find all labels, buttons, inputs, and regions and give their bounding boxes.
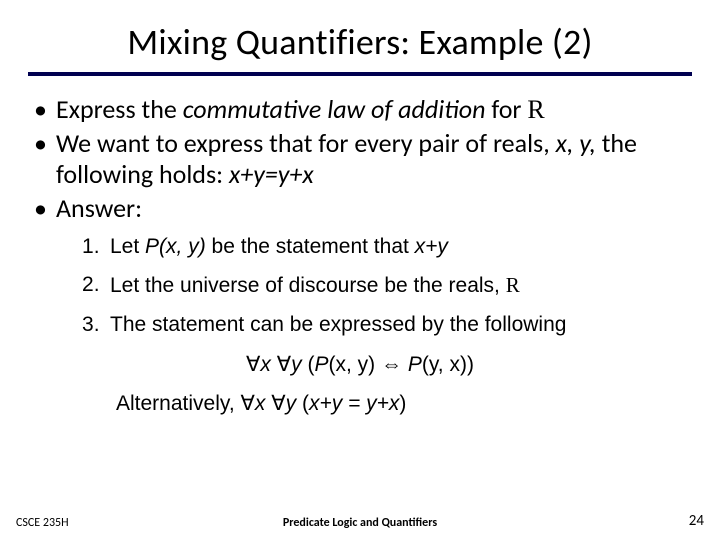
alt-open: ( xyxy=(302,392,309,415)
bullet-2-eq: x+y=y+x xyxy=(229,158,314,190)
step-2-reals: R xyxy=(506,273,520,297)
step-1: Let P(x, y) be the statement that x+y xyxy=(82,231,692,264)
bullet-1-reals: R xyxy=(527,95,544,124)
alt-forall-1: ∀ xyxy=(241,392,255,415)
alt-eq: x+y = y+x xyxy=(309,392,399,415)
bullet-3: Answer: xyxy=(28,193,692,225)
step-1-args: (x, y) xyxy=(159,235,206,258)
formula-p2: P xyxy=(408,353,422,376)
main-bullets: Express the commutative law of addition … xyxy=(28,94,692,225)
bullet-1-post: for xyxy=(485,93,527,125)
slide-title: Mixing Quantifiers: Example (2) xyxy=(28,20,692,76)
bullet-2-pre: We want to express that for every pair o… xyxy=(56,127,556,159)
step-2: Let the universe of discourse be the rea… xyxy=(82,269,692,303)
formula-args2: (y, x xyxy=(422,353,460,376)
bullet-1-pre: Express the xyxy=(56,93,183,125)
formula-x: x xyxy=(260,353,276,376)
bullet-1: Express the commutative law of addition … xyxy=(28,94,692,126)
forall-1: ∀ xyxy=(246,353,260,376)
step-2-pre: Let the universe of discourse be the rea… xyxy=(110,274,506,297)
step-1-expr: x+y xyxy=(415,235,448,258)
answer-steps: Let P(x, y) be the statement that x+y Le… xyxy=(82,231,692,342)
alt-forall-2: ∀ xyxy=(271,392,285,415)
alt-close: ) xyxy=(399,392,406,415)
bullet-3-text: Answer: xyxy=(56,192,142,224)
formula-close: )) xyxy=(460,353,474,376)
bullet-2-xy: x, y, xyxy=(556,127,596,159)
step-3-text: The statement can be expressed by the fo… xyxy=(110,313,566,336)
alt-y: y xyxy=(286,392,302,415)
step-3: The statement can be expressed by the fo… xyxy=(82,309,692,342)
formula-iff: ⇔ xyxy=(375,353,408,376)
slide: Mixing Quantifiers: Example (2) Express … xyxy=(0,0,720,540)
step-1-p: P xyxy=(145,235,159,258)
alt-word: Alternatively, xyxy=(116,392,241,415)
alt-formula: Alternatively, ∀x ∀y (x+y = y+x) xyxy=(116,391,692,416)
forall-2: ∀ xyxy=(277,353,291,376)
bullet-1-emph: commutative law of addition xyxy=(183,93,486,125)
alt-x: x xyxy=(255,392,271,415)
formula-y: y xyxy=(291,353,307,376)
main-formula: ∀x ∀y (P(x, y) ⇔ P(y, x)) xyxy=(28,352,692,377)
footer-topic: Predicate Logic and Quantifiers xyxy=(0,516,720,530)
step-1-mid: be the statement that xyxy=(206,235,415,258)
step-1-pre: Let xyxy=(110,235,145,258)
footer-page-number: 24 xyxy=(689,512,704,530)
bullet-2: We want to express that for every pair o… xyxy=(28,128,692,191)
formula-args1: (x, y) xyxy=(329,353,376,376)
formula-p1: P xyxy=(314,353,328,376)
